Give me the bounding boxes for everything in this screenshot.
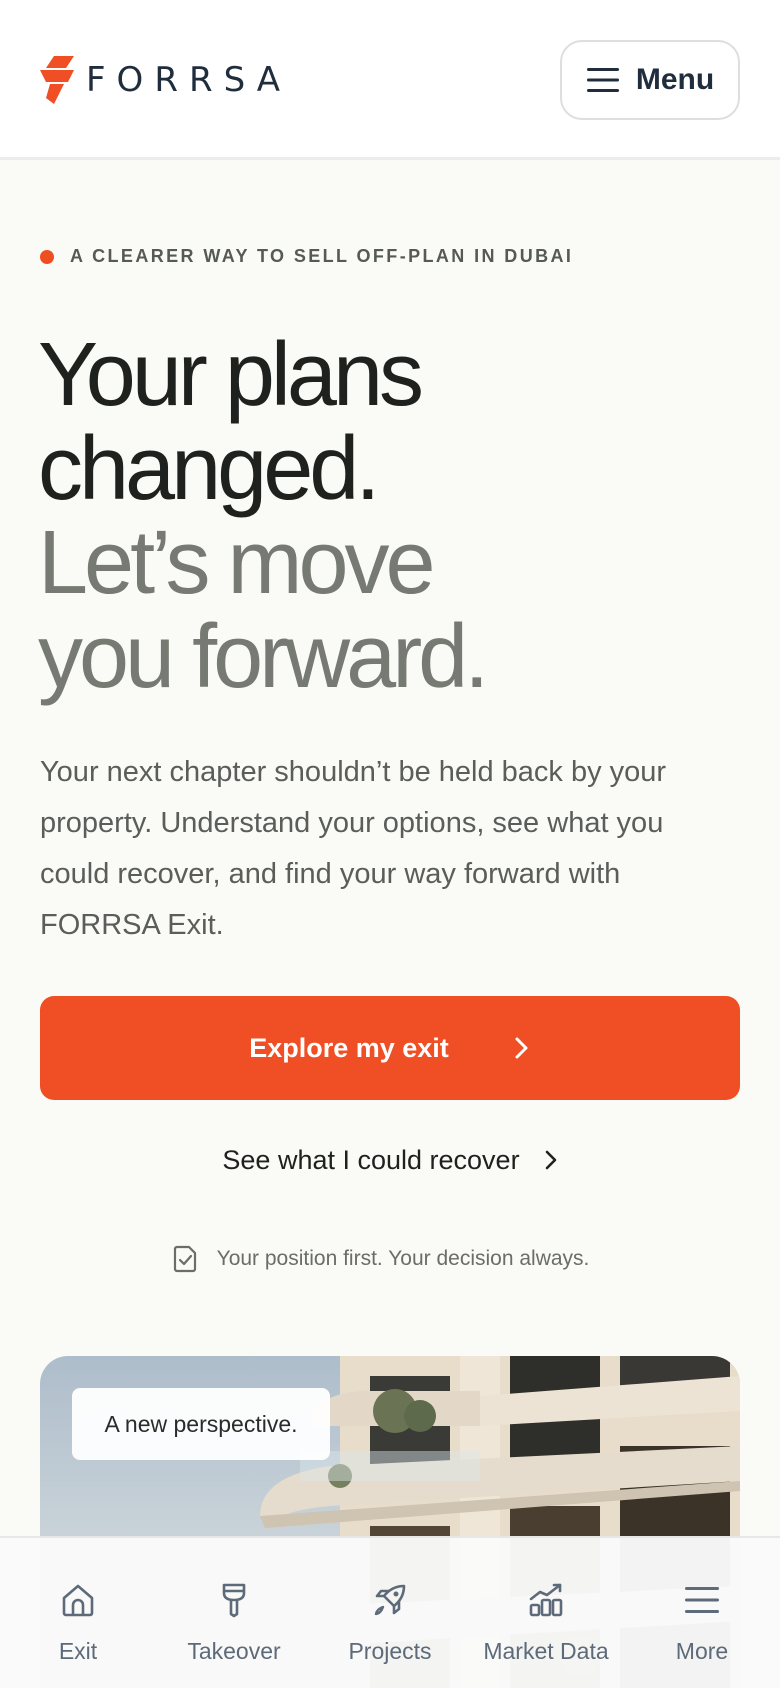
explore-exit-label: Explore my exit <box>249 1032 449 1063</box>
card-tag: A new perspective. <box>72 1388 330 1460</box>
nav-item-projects[interactable]: Projects <box>312 1538 468 1688</box>
nav-item-more[interactable]: More <box>624 1538 780 1688</box>
home-icon <box>62 1584 94 1617</box>
brand-name: FORRSA <box>86 60 292 100</box>
nav-item-takeover[interactable]: Takeover <box>156 1538 312 1688</box>
see-recover-label: See what I could recover <box>222 1144 520 1175</box>
document-check-icon <box>173 1245 196 1273</box>
chart-icon <box>529 1583 563 1617</box>
site-header: FORRSA Menu <box>0 0 780 160</box>
chevron-right-icon <box>545 1150 556 1170</box>
headline-line-2: changed. <box>38 419 380 519</box>
nav-label-projects: Projects <box>348 1638 432 1664</box>
forrsa-logo-icon <box>40 56 74 104</box>
nav-label-exit: Exit <box>58 1638 98 1664</box>
assurance-text: Your position first. Your decision alway… <box>216 1247 590 1270</box>
eyebrow-text: A CLEARER WAY TO SELL OFF-PLAN IN DUBAI <box>70 246 574 266</box>
headline-line-1: Your plans <box>38 325 424 425</box>
assurance-note: Your position first. Your decision alway… <box>0 1242 780 1276</box>
bottom-navigation: Exit Takeover Projects Market Data More <box>0 1536 780 1688</box>
headline-line-4: you forward. <box>38 607 489 707</box>
nav-label-market-data: Market Data <box>483 1638 609 1664</box>
menu-button[interactable]: Menu <box>560 40 740 120</box>
key-icon <box>222 1583 246 1618</box>
rocket-icon <box>374 1584 406 1616</box>
hero-headline: Your plans changed. Let’s move you forwa… <box>38 328 738 704</box>
chevron-right-icon <box>515 1037 528 1059</box>
explore-exit-button[interactable]: Explore my exit <box>40 996 740 1100</box>
hamburger-icon <box>685 1587 719 1613</box>
nav-item-exit[interactable]: Exit <box>0 1538 156 1688</box>
hamburger-icon <box>586 68 619 92</box>
hero-eyebrow: A CLEARER WAY TO SELL OFF-PLAN IN DUBAI <box>40 246 573 267</box>
headline-line-3: Let’s move <box>38 513 436 613</box>
nav-label-more: More <box>675 1638 729 1664</box>
accent-dot-icon <box>40 249 54 264</box>
brand-logo[interactable]: FORRSA <box>40 55 291 105</box>
hero-lead-text: Your next chapter shouldn’t be held back… <box>40 756 667 941</box>
menu-label: Menu <box>635 63 715 96</box>
see-recover-link[interactable]: See what I could recover <box>0 1140 780 1180</box>
nav-item-market-data[interactable]: Market Data <box>468 1538 624 1688</box>
nav-label-takeover: Takeover <box>187 1638 281 1664</box>
